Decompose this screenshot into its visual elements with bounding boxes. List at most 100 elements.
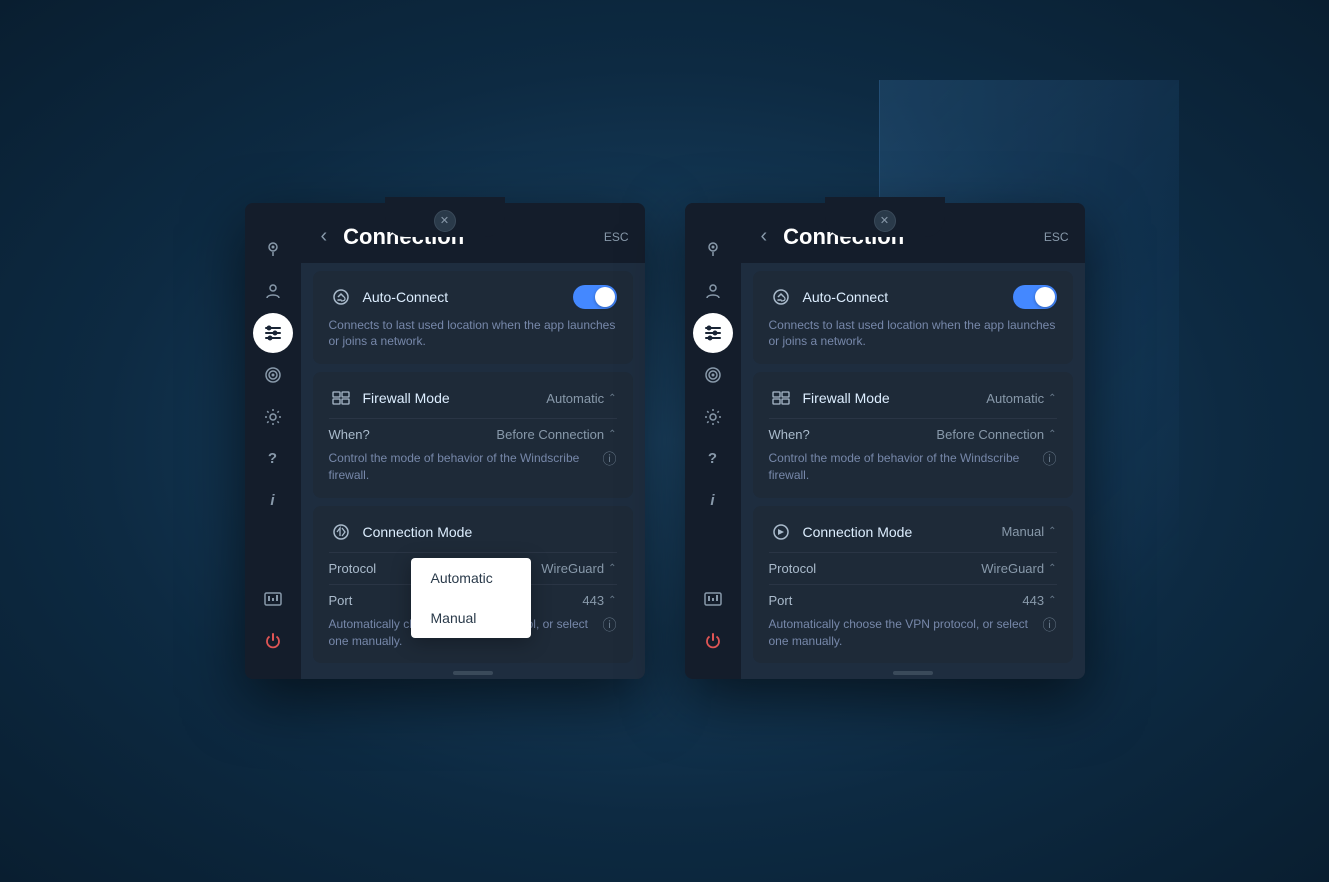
connection-mode-label-right: Connection Mode: [803, 524, 992, 540]
firewall-mode-label-left: Firewall Mode: [363, 390, 537, 406]
firewall-mode-row-right: Firewall Mode Automatic ⌃ When? Before C…: [753, 372, 1073, 498]
sidebar-network-left[interactable]: [253, 579, 293, 619]
settings-body-right: Auto-Connect Connects to last used locat…: [741, 263, 1085, 680]
esc-label-right: ESC: [1044, 230, 1069, 244]
firewall-when-chevron-left: ⌃: [608, 429, 616, 440]
firewall-desc-row-left: Control the mode of behavior of the Wind…: [329, 450, 617, 484]
sidebar-info-left[interactable]: i: [253, 481, 293, 521]
port-chevron-right: ⌃: [1048, 595, 1056, 606]
firewall-info-icon-left[interactable]: ⓘ: [603, 450, 617, 470]
port-value-right[interactable]: 443 ⌃: [1022, 593, 1056, 608]
firewall-mode-chevron-right: ⌃: [1048, 393, 1056, 404]
sidebar-settings-right[interactable]: [693, 313, 733, 353]
firewall-when-label-right: When?: [769, 427, 937, 442]
close-button-right[interactable]: ✕: [874, 210, 896, 232]
port-row-right: Port 443 ⌃: [769, 584, 1057, 608]
sidebar-network-right[interactable]: [693, 579, 733, 619]
scrollbar-hint-right: [893, 671, 933, 675]
protocol-chevron-left: ⌃: [608, 563, 616, 574]
protocol-label-right: Protocol: [769, 561, 982, 576]
sidebar-info-right[interactable]: i: [693, 481, 733, 521]
top-notch-right: ✕: [825, 197, 945, 237]
sidebar-help-left[interactable]: ?: [253, 439, 293, 479]
firewall-mode-label-right: Firewall Mode: [803, 390, 977, 406]
firewall-when-row-right: When? Before Connection ⌃: [769, 418, 1057, 442]
firewall-desc-left: Control the mode of behavior of the Wind…: [329, 450, 603, 484]
scrollbar-hint-left: [453, 671, 493, 675]
auto-connect-row-left: Auto-Connect Connects to last used locat…: [313, 271, 633, 365]
firewall-mode-icon-right: [769, 386, 793, 410]
firewall-mode-icon-left: [329, 386, 353, 410]
sidebar-power-left[interactable]: [253, 621, 293, 661]
firewall-when-label-left: When?: [329, 427, 497, 442]
back-button-right[interactable]: ‹: [757, 221, 772, 252]
connection-mode-label-left: Connection Mode: [363, 524, 617, 540]
auto-connect-toggle-left[interactable]: [573, 285, 617, 309]
auto-connect-icon-left: [329, 285, 353, 309]
protocol-row-right: Protocol WireGuard ⌃: [769, 552, 1057, 576]
sidebar-account-right[interactable]: [693, 271, 733, 311]
left-panel: ✕: [245, 203, 645, 680]
firewall-mode-header-left: Firewall Mode Automatic ⌃: [329, 386, 617, 410]
connection-info-icon-left[interactable]: ⓘ: [603, 616, 617, 636]
auto-connect-label-left: Auto-Connect: [363, 289, 563, 305]
firewall-mode-row-left: Firewall Mode Automatic ⌃ When? Before C…: [313, 372, 633, 498]
sidebar-left: ? i: [245, 203, 301, 680]
sidebar-help-right[interactable]: ?: [693, 439, 733, 479]
connection-desc-right: Automatically choose the VPN protocol, o…: [769, 616, 1043, 650]
top-notch-left: ✕: [385, 197, 505, 237]
dropdown-item-automatic-left[interactable]: Automatic: [411, 558, 531, 598]
port-value-left[interactable]: 443 ⌃: [582, 593, 616, 608]
port-chevron-left: ⌃: [608, 595, 616, 606]
sidebar-target-left[interactable]: [253, 355, 293, 395]
esc-label-left: ESC: [604, 230, 629, 244]
firewall-desc-row-right: Control the mode of behavior of the Wind…: [769, 450, 1057, 484]
connection-mode-header-left: Connection Mode: [329, 520, 617, 544]
connection-mode-header-right: Connection Mode Manual ⌃: [769, 520, 1057, 544]
firewall-dropdown-left: Automatic Manual: [411, 558, 531, 638]
sidebar-power-right[interactable]: [693, 621, 733, 661]
connection-desc-row-right: Automatically choose the VPN protocol, o…: [769, 616, 1057, 650]
firewall-when-row-left: When? Before Connection ⌃: [329, 418, 617, 442]
protocol-chevron-right: ⌃: [1048, 563, 1056, 574]
sidebar-account-left[interactable]: [253, 271, 293, 311]
connection-info-icon-right[interactable]: ⓘ: [1043, 616, 1057, 636]
auto-connect-desc-right: Connects to last used location when the …: [769, 317, 1057, 351]
sidebar-right: ? i: [685, 203, 741, 680]
auto-connect-toggle-right[interactable]: [1013, 285, 1057, 309]
auto-connect-label-right: Auto-Connect: [803, 289, 1003, 305]
dropdown-item-manual-left[interactable]: Manual: [411, 598, 531, 638]
firewall-when-value-right[interactable]: Before Connection ⌃: [936, 427, 1056, 442]
auto-connect-header-right: Auto-Connect: [769, 285, 1057, 309]
main-content-right: ‹ Connection ESC: [741, 203, 1085, 680]
firewall-mode-chevron-left: ⌃: [608, 393, 616, 404]
sidebar-settings-left[interactable]: [253, 313, 293, 353]
protocol-value-left[interactable]: WireGuard ⌃: [541, 561, 616, 576]
firewall-mode-header-right: Firewall Mode Automatic ⌃: [769, 386, 1057, 410]
sidebar-location-left[interactable]: [253, 229, 293, 269]
connection-mode-row-right: Connection Mode Manual ⌃ Protocol WireGu…: [753, 506, 1073, 664]
connection-mode-icon-left: [329, 520, 353, 544]
main-content-left: ‹ Connection ESC: [301, 203, 645, 680]
connection-mode-value-right[interactable]: Manual ⌃: [1001, 524, 1056, 539]
firewall-when-chevron-right: ⌃: [1048, 429, 1056, 440]
auto-connect-desc-left: Connects to last used location when the …: [329, 317, 617, 351]
firewall-when-value-left[interactable]: Before Connection ⌃: [496, 427, 616, 442]
sidebar-gear-left[interactable]: [253, 397, 293, 437]
close-button-left[interactable]: ✕: [434, 210, 456, 232]
sidebar-gear-right[interactable]: [693, 397, 733, 437]
sidebar-location-right[interactable]: [693, 229, 733, 269]
firewall-mode-value-right[interactable]: Automatic ⌃: [986, 391, 1056, 406]
firewall-desc-right: Control the mode of behavior of the Wind…: [769, 450, 1043, 484]
auto-connect-header-left: Auto-Connect: [329, 285, 617, 309]
sidebar-target-right[interactable]: [693, 355, 733, 395]
connection-mode-chevron-right: ⌃: [1048, 526, 1056, 537]
right-panel: ✕: [685, 203, 1085, 680]
protocol-value-right[interactable]: WireGuard ⌃: [981, 561, 1056, 576]
firewall-info-icon-right[interactable]: ⓘ: [1043, 450, 1057, 470]
back-button-left[interactable]: ‹: [317, 221, 332, 252]
port-label-right: Port: [769, 593, 1023, 608]
auto-connect-row-right: Auto-Connect Connects to last used locat…: [753, 271, 1073, 365]
firewall-mode-value-left[interactable]: Automatic ⌃: [546, 391, 616, 406]
auto-connect-icon-right: [769, 285, 793, 309]
